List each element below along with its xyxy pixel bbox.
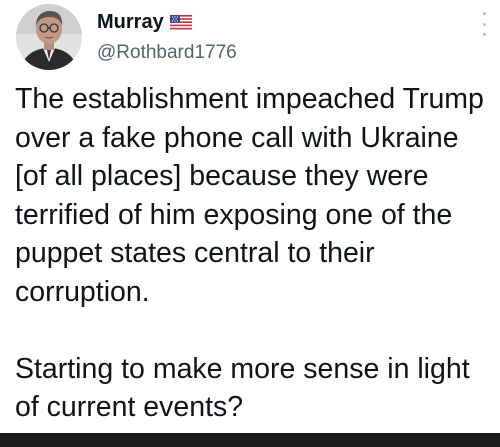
bottom-bar <box>0 433 500 447</box>
avatar-photo-icon <box>16 4 82 70</box>
user-handle[interactable]: @Rothbard1776 <box>97 42 237 64</box>
author-name-row: Murray <box>97 10 192 34</box>
us-flag-icon <box>169 14 192 30</box>
tweet-card: Murray @Rothbard1776 The establishment i… <box>0 0 500 433</box>
avatar[interactable] <box>16 4 82 70</box>
more-options-icon[interactable] <box>480 12 488 36</box>
tweet-paragraph: Starting to make more sense in light of … <box>15 352 470 424</box>
display-name[interactable]: Murray <box>97 10 164 34</box>
tweet-paragraph: The establishment impeached Trump over a… <box>15 83 484 308</box>
tweet-text: The establishment impeached Trump over a… <box>15 80 495 427</box>
